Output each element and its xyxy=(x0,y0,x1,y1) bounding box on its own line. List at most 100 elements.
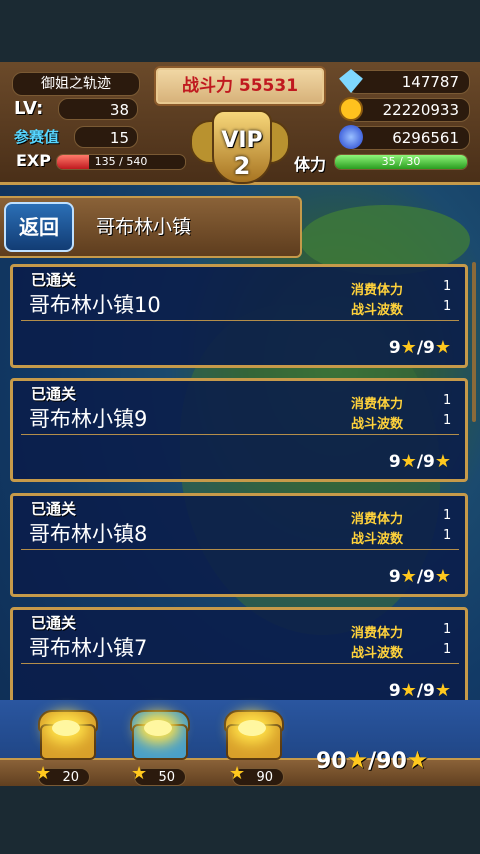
star-icon: ★ xyxy=(35,763,52,784)
rank-value: 15 xyxy=(74,126,138,148)
exp-label: EXP xyxy=(16,151,51,170)
resource-gold[interactable]: 22220933 xyxy=(339,97,470,122)
player-name: 御姐之轨迹 xyxy=(12,72,140,96)
stage-name: 哥布林小镇8 xyxy=(29,522,148,546)
reward-chest-2[interactable] xyxy=(126,704,190,760)
total-stars: 90★/90★ xyxy=(316,746,428,774)
stage-item[interactable]: 已通关 哥布林小镇9 消费体力 1 战斗波数 1 9★/9★ xyxy=(10,378,468,482)
area-title: 哥布林小镇 xyxy=(96,216,192,238)
combat-power-label: 战斗力 xyxy=(181,76,233,96)
stage-stars: 9★/9★ xyxy=(389,451,451,472)
stars-earned: 9 xyxy=(388,567,401,587)
chest-1-requirement: ★ 20 xyxy=(35,763,90,786)
chest-glow xyxy=(144,720,172,736)
wave-count-value: 1 xyxy=(443,413,452,428)
wave-count-label: 战斗波数 xyxy=(351,417,404,432)
star-icon: ★ xyxy=(400,337,417,358)
resource-orb[interactable]: 6296561 xyxy=(339,125,470,150)
chest-glow xyxy=(238,720,266,736)
chest-1-stars: 20 xyxy=(62,770,79,785)
gold-value: 22220933 xyxy=(382,101,459,119)
stars-earned: 9 xyxy=(388,338,401,358)
stars-earned: 9 xyxy=(388,681,401,701)
vip-badge[interactable]: VIP 2 xyxy=(190,104,290,186)
combat-power-value: 55531 xyxy=(238,76,299,96)
wave-count-value: 1 xyxy=(443,642,452,657)
exp-bar: 135 / 540 xyxy=(56,154,186,170)
stamina-bar: 35 / 30 xyxy=(334,154,468,170)
stamina-label: 体力 xyxy=(294,155,327,174)
total-stars-max: /90 xyxy=(368,749,407,774)
stamina-cost-label: 消费体力 xyxy=(351,512,404,527)
stage-status: 已通关 xyxy=(31,614,77,632)
stage-divider xyxy=(21,320,459,321)
orb-value: 6296561 xyxy=(392,129,459,147)
stage-item[interactable]: 已通关 哥布林小镇10 消费体力 1 战斗波数 1 9★/9★ xyxy=(10,264,468,368)
chest-2-stars: 50 xyxy=(158,770,175,785)
reward-chest-3[interactable] xyxy=(220,704,284,760)
star-icon: ★ xyxy=(434,451,451,472)
chest-3-stars: 90 xyxy=(256,770,273,785)
star-icon: ★ xyxy=(400,451,417,472)
status-bar-area xyxy=(0,0,480,62)
stage-stars: 9★/9★ xyxy=(389,337,451,358)
stars-max: /9 xyxy=(416,452,435,472)
star-icon: ★ xyxy=(131,763,148,784)
stars-earned: 9 xyxy=(388,452,401,472)
stage-divider xyxy=(21,434,459,435)
combat-power: 战斗力 55531 xyxy=(156,68,324,104)
stage-status: 已通关 xyxy=(31,385,77,403)
stars-max: /9 xyxy=(416,338,435,358)
stage-name: 哥布林小镇10 xyxy=(29,293,161,317)
exp-text: 135 / 540 xyxy=(94,155,148,168)
stamina-cost-label: 消费体力 xyxy=(351,283,404,298)
total-stars-current: 90 xyxy=(316,749,347,774)
star-icon: ★ xyxy=(400,566,417,587)
stage-list-scrollbar[interactable] xyxy=(472,262,476,422)
star-icon: ★ xyxy=(229,763,246,784)
wave-count-value: 1 xyxy=(443,299,452,314)
stars-max: /9 xyxy=(416,567,435,587)
stars-max: /9 xyxy=(416,681,435,701)
diamond-value: 147787 xyxy=(401,73,459,91)
star-icon: ★ xyxy=(434,566,451,587)
stage-name: 哥布林小镇7 xyxy=(29,636,148,660)
resource-diamond[interactable]: 147787 xyxy=(339,69,470,94)
vip-label: VIP xyxy=(221,128,263,153)
rank-label: 参赛值 xyxy=(14,128,60,146)
stamina-cost-value: 1 xyxy=(443,279,452,294)
combat-power-scroll: 战斗力 55531 xyxy=(154,66,326,106)
stage-item[interactable]: 已通关 哥布林小镇7 消费体力 1 战斗波数 1 9★/9★ xyxy=(10,607,468,711)
stage-divider xyxy=(21,663,459,664)
reward-chest-1[interactable] xyxy=(34,704,98,760)
wave-count-label: 战斗波数 xyxy=(351,303,404,318)
level-label: LV: xyxy=(14,98,44,119)
stage-name: 哥布林小镇9 xyxy=(29,407,148,431)
chest-glow xyxy=(52,720,80,736)
gold-coin-icon xyxy=(339,97,363,121)
blue-orb-icon xyxy=(339,125,363,149)
stamina-cost-label: 消费体力 xyxy=(351,397,404,412)
chest-3-requirement: ★ 90 xyxy=(229,763,284,786)
wave-count-label: 战斗波数 xyxy=(351,646,404,661)
stage-status: 已通关 xyxy=(31,500,77,518)
star-icon: ★ xyxy=(434,337,451,358)
stage-stars: 9★/9★ xyxy=(389,680,451,701)
star-icon: ★ xyxy=(434,680,451,701)
stamina-cost-value: 1 xyxy=(443,393,452,408)
stage-item[interactable]: 已通关 哥布林小镇8 消费体力 1 战斗波数 1 9★/9★ xyxy=(10,493,468,597)
stage-divider xyxy=(21,549,459,550)
stage-status: 已通关 xyxy=(31,271,77,289)
star-icon: ★ xyxy=(406,746,429,774)
back-button[interactable]: 返回 xyxy=(4,202,74,252)
stamina-cost-label: 消费体力 xyxy=(351,626,404,641)
star-icon: ★ xyxy=(400,680,417,701)
stamina-cost-value: 1 xyxy=(443,508,452,523)
stamina-cost-value: 1 xyxy=(443,622,452,637)
vip-level: 2 xyxy=(233,152,251,180)
star-icon: ★ xyxy=(346,746,369,774)
chest-2-requirement: ★ 50 xyxy=(131,763,186,786)
level-value: 38 xyxy=(58,98,138,120)
wave-count-label: 战斗波数 xyxy=(351,532,404,547)
wave-count-value: 1 xyxy=(443,528,452,543)
